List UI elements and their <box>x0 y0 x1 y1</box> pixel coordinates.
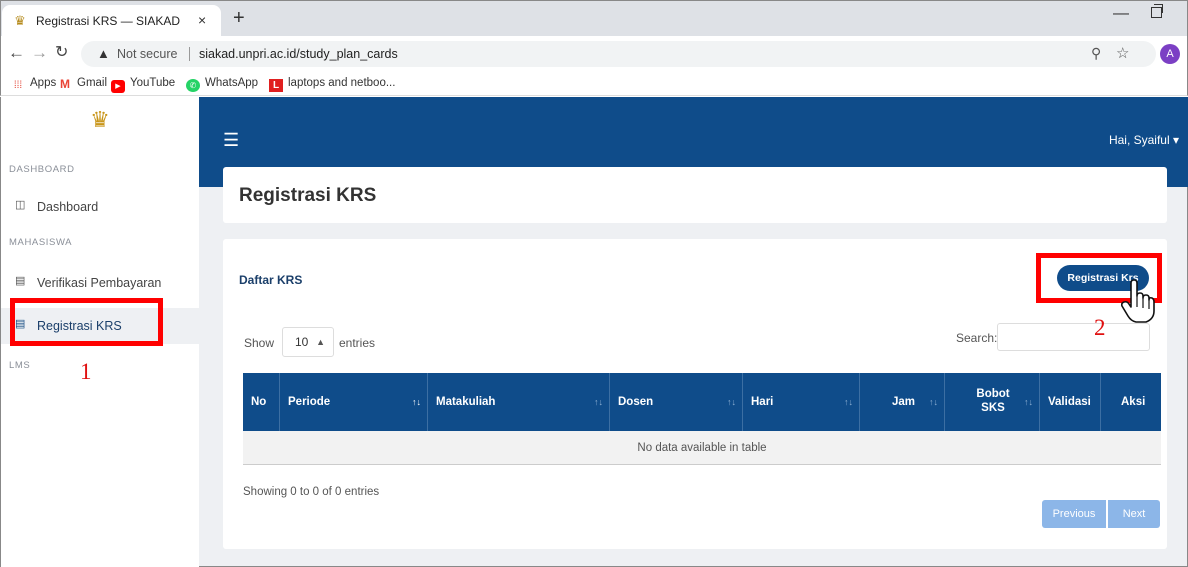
page-title: Registrasi KRS <box>239 185 377 206</box>
minimize-icon[interactable]: — <box>1113 5 1129 23</box>
dashboard-icon: ◫ <box>15 199 26 211</box>
sort-icon: ↑↓ <box>727 397 736 407</box>
table-info: Showing 0 to 0 of 0 entries <box>243 486 380 498</box>
column-no[interactable]: No <box>243 373 280 431</box>
security-status[interactable]: Not secure <box>117 47 177 61</box>
show-label: Show <box>244 336 275 350</box>
sidebar-item-dashboard[interactable]: ◫ Dashboard <box>1 189 199 225</box>
url-text[interactable]: siakad.unpri.ac.id/study_plan_cards <box>199 47 398 61</box>
previous-page-button[interactable]: Previous <box>1042 500 1106 528</box>
bookmark-laptops[interactable]: Llaptops and netboo... <box>269 76 395 92</box>
tab-title: Registrasi KRS — SIAKAD <box>36 14 181 28</box>
zoom-icon[interactable]: ⚲ <box>1091 45 1101 62</box>
sidebar-item-verifikasi-pembayaran[interactable]: ▤ Verifikasi Pembayaran <box>1 265 199 301</box>
pointer-hand-icon <box>1121 279 1155 323</box>
bookmarks-bar: ⁞⁞⁞ Apps M Gmail ▶ YouTube ✆ WhatsApp Llapto… <box>0 72 1188 96</box>
annotation-number-2: 2 <box>1094 315 1106 340</box>
restore-window-icon[interactable] <box>1151 4 1163 18</box>
browser-tab-bar: ♛ Registrasi KRS — SIAKAD × + — <box>0 0 1188 37</box>
address-separator <box>189 47 190 61</box>
column-jam[interactable]: Jam ↑↓ <box>860 373 945 431</box>
column-matakuliah[interactable]: Matakuliah ↑↓ <box>428 373 610 431</box>
bookmark-youtube[interactable]: ▶ YouTube <box>111 76 175 93</box>
bookmark-gmail[interactable]: M Gmail <box>58 76 107 91</box>
bookmark-l-icon: L <box>269 79 283 92</box>
browser-toolbar: ← → ↻ ▲ Not secure siakad.unpri.ac.id/st… <box>0 36 1188 72</box>
sort-icon: ↑↓ <box>929 397 938 407</box>
search-input[interactable] <box>997 323 1150 351</box>
sort-icon: ↑↓ <box>1024 397 1033 407</box>
column-bobot-sks[interactable]: Bobot SKS ↑↓ <box>945 373 1040 431</box>
apps-grid-icon: ⁞⁞⁞ <box>13 80 23 91</box>
column-periode[interactable]: Periode ↑↓ <box>280 373 428 431</box>
user-menu[interactable]: Hai, Syaiful ▾ <box>1109 133 1179 147</box>
university-logo[interactable]: ♛ <box>87 107 113 133</box>
web-page: ♛ DASHBOARD ◫ Dashboard MAHASISWA ▤ Veri… <box>0 97 1188 567</box>
search-label: Search: <box>956 331 998 345</box>
sidebar-heading-dashboard: DASHBOARD <box>9 164 75 175</box>
whatsapp-icon: ✆ <box>186 79 200 92</box>
column-validasi[interactable]: Validasi <box>1040 373 1101 431</box>
tab-close-icon[interactable]: × <box>198 12 206 28</box>
entries-select[interactable]: 10 ▲ <box>282 327 334 357</box>
siakad-favicon-icon: ♛ <box>14 13 26 28</box>
sidebar-heading-mahasiswa: MAHASISWA <box>9 237 73 248</box>
column-dosen[interactable]: Dosen ↑↓ <box>610 373 743 431</box>
youtube-icon: ▶ <box>111 80 125 93</box>
card-title: Daftar KRS <box>239 273 303 287</box>
page-title-card: Registrasi KRS <box>223 167 1167 223</box>
krs-list-card: Daftar KRS Registrasi Krs Show 10 ▲ entr… <box>223 239 1167 549</box>
entries-label: entries <box>339 336 376 350</box>
column-hari[interactable]: Hari ↑↓ <box>743 373 860 431</box>
forward-arrow-icon[interactable]: → <box>31 44 48 62</box>
column-aksi[interactable]: Aksi <box>1101 373 1161 431</box>
reload-icon[interactable]: ↻ <box>55 44 68 62</box>
table-header: No Periode ↑↓ Matakuliah ↑↓ Dosen ↑↓ Har… <box>243 373 1161 431</box>
bookmark-whatsapp[interactable]: ✆ WhatsApp <box>186 76 258 92</box>
address-bar[interactable]: ▲ Not secure siakad.unpri.ac.id/study_pl… <box>81 41 1156 67</box>
new-tab-button[interactable]: + <box>233 6 245 30</box>
next-page-button[interactable]: Next <box>1108 500 1160 528</box>
sidebar-heading-lms: LMS <box>9 360 31 371</box>
profile-avatar[interactable]: A <box>1160 44 1180 64</box>
back-arrow-icon[interactable]: ← <box>8 44 25 62</box>
sort-icon: ↑↓ <box>594 397 603 407</box>
annotation-number-1: 1 <box>80 359 92 384</box>
hamburger-icon[interactable]: ☰ <box>223 131 239 149</box>
table-empty-row: No data available in table <box>243 431 1161 465</box>
select-arrow-icon: ▲ <box>316 337 325 347</box>
document-icon: ▤ <box>15 275 26 287</box>
bookmark-star-icon[interactable]: ☆ <box>1116 44 1129 62</box>
browser-tab[interactable]: ♛ Registrasi KRS — SIAKAD × <box>2 5 221 37</box>
warning-icon[interactable]: ▲ <box>97 46 110 62</box>
gmail-icon: M <box>60 77 70 91</box>
sort-icon: ↑↓ <box>412 397 421 407</box>
bookmark-apps[interactable]: ⁞⁞⁞ Apps <box>11 76 56 92</box>
annotation-box-sidebar <box>10 298 163 346</box>
sort-icon: ↑↓ <box>844 397 853 407</box>
